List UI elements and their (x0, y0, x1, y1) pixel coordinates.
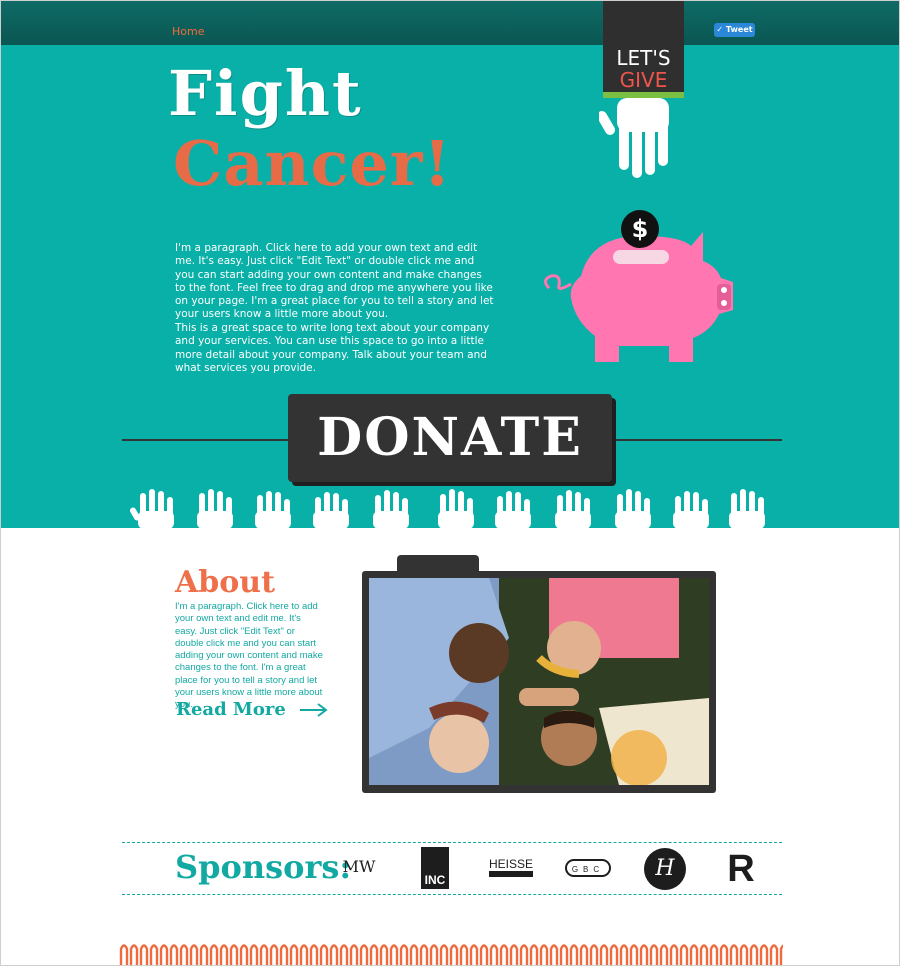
page: Home ✓ Tweet Fight Cancer! LET'S GIVE I'… (0, 0, 900, 966)
donate-divider-left (122, 439, 292, 441)
group-photo (369, 578, 709, 785)
giving-hand-icon (599, 98, 669, 178)
sponsor-logo-h[interactable]: H (644, 848, 686, 890)
donate-button[interactable]: DONATE (288, 394, 612, 482)
read-more-link[interactable]: Read More (176, 698, 330, 722)
photo-frame (362, 571, 716, 793)
arrow-right-icon (300, 703, 328, 717)
sponsors-divider-bottom (122, 894, 782, 895)
sponsor-logo-r[interactable]: R (722, 849, 760, 889)
about-paragraph: I'm a paragraph. Click here to add your … (175, 601, 323, 711)
hero-paragraph-2: This is a great space to write long text… (175, 322, 490, 374)
sponsor-logo-gbc[interactable]: GBC (565, 859, 611, 877)
tweet-label: Tweet (725, 25, 753, 34)
read-more-label: Read More (176, 699, 286, 720)
sponsor-logo-mw[interactable]: MW (341, 857, 377, 876)
raised-hands-icon (130, 489, 765, 529)
sponsor-logo-inc[interactable]: INC (421, 847, 449, 889)
hero-paragraph-1: I'm a paragraph. Click here to add your … (175, 242, 494, 321)
dollar-coin-icon: $ (621, 210, 659, 248)
lets-give-banner: LET'S GIVE (603, 1, 684, 98)
hero-title-line1: Fight (168, 57, 363, 130)
coil-border-decoration (119, 941, 783, 965)
sponsors-divider-top (122, 842, 782, 843)
hero-title-line2: Cancer! (173, 127, 452, 200)
group-photo-image (369, 578, 709, 785)
banner-line2: GIVE (619, 68, 668, 92)
sponsor-logo-heisse[interactable]: HEISSE (489, 857, 533, 877)
sponsors-heading: Sponsors: (175, 848, 352, 886)
tweet-button[interactable]: ✓ Tweet (714, 23, 755, 37)
banner-line1: LET'S (616, 46, 671, 70)
sponsor-logo-inc-text: INC (424, 873, 446, 887)
donate-divider-right (612, 439, 782, 441)
twitter-bird-icon: ✓ (716, 25, 724, 34)
top-nav-bar: Home ✓ Tweet (1, 1, 899, 45)
nav-home-link[interactable]: Home (172, 25, 204, 38)
about-heading: About (175, 565, 275, 600)
